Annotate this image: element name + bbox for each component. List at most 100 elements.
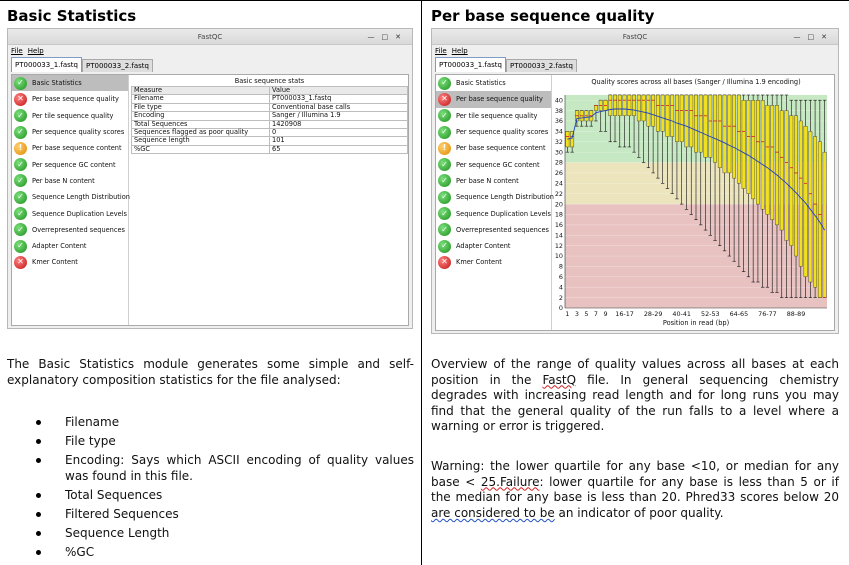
minimize-icon[interactable]: — bbox=[368, 33, 382, 41]
value-cell: 0 bbox=[269, 128, 408, 138]
tab-file-2[interactable]: PT000033_2.fastq bbox=[506, 59, 577, 72]
module-label: Sequence Length Distribution bbox=[456, 193, 554, 202]
para2-end: an indicator of poor quality. bbox=[554, 505, 724, 520]
quality-box bbox=[651, 94, 656, 127]
module-item[interactable]: ✓ Sequence Length Distribution bbox=[12, 189, 130, 205]
module-item[interactable]: ✓ Per sequence GC content bbox=[436, 156, 551, 172]
stats-caption: Basic sequence stats bbox=[234, 77, 305, 85]
are-considered-phrase: are considered to be bbox=[431, 505, 555, 520]
right-column: Per base sequence quality FastQC —□✕ Fil… bbox=[423, 0, 849, 565]
quality-box bbox=[675, 94, 679, 142]
y-tick-label: 30 bbox=[555, 148, 563, 156]
module-item[interactable]: ✓ Overrepresented sequences bbox=[436, 222, 551, 238]
pass-check-icon: ✓ bbox=[14, 239, 27, 253]
quality-box bbox=[765, 105, 770, 215]
warning-icon: ! bbox=[438, 141, 451, 155]
module-item[interactable]: ! Per base sequence content bbox=[12, 140, 128, 156]
bullet-sequence-length: Sequence Length bbox=[36, 526, 414, 542]
module-item[interactable]: ✓ Per tile sequence quality bbox=[12, 108, 128, 124]
tab-file-1[interactable]: PT000033_1.fastq bbox=[11, 57, 82, 72]
basic-stats-description: The Basic Statistics module generates so… bbox=[7, 357, 414, 387]
fail-cross-icon: ✕ bbox=[14, 255, 27, 269]
module-label: Sequence Duplication Levels bbox=[32, 209, 127, 218]
pass-check-icon: ✓ bbox=[14, 158, 27, 172]
measure-cell: Encoding bbox=[131, 111, 270, 121]
module-item[interactable]: ✓ Basic Statistics bbox=[12, 75, 128, 92]
module-label: Kmer Content bbox=[456, 258, 502, 267]
menu-bar: File Help bbox=[432, 45, 838, 57]
menu-help[interactable]: Help bbox=[452, 47, 468, 55]
close-icon[interactable]: ✕ bbox=[395, 33, 408, 41]
module-item[interactable]: ✓ Overrepresented sequences bbox=[12, 222, 128, 238]
quality-box bbox=[798, 120, 803, 267]
module-item[interactable]: ✓ Per base N content bbox=[12, 173, 128, 189]
module-item[interactable]: ✕ Per base sequence quality bbox=[436, 91, 551, 108]
module-item[interactable]: ✓ Sequence Length Distribution bbox=[436, 189, 554, 205]
module-label: Per base N content bbox=[456, 176, 519, 185]
module-label: Sequence Length Distribution bbox=[32, 193, 130, 202]
pass-check-icon: ✓ bbox=[438, 125, 451, 139]
quality-box bbox=[727, 94, 732, 174]
module-item[interactable]: ✓ Per sequence quality scores bbox=[436, 124, 551, 140]
x-tick-label: 52-53 bbox=[701, 310, 720, 318]
module-item[interactable]: ! Per base sequence content bbox=[436, 140, 551, 156]
module-item[interactable]: ✓ Sequence Duplication Levels bbox=[436, 205, 551, 221]
fastqc-window: FastQC —□✕ File Help PT000033_1.fastq PT00… bbox=[7, 28, 413, 329]
module-item[interactable]: ✕ Per base sequence quality bbox=[12, 91, 128, 107]
maximize-icon[interactable]: □ bbox=[808, 33, 822, 41]
pass-check-icon: ✓ bbox=[14, 76, 27, 90]
quality-box bbox=[751, 99, 756, 200]
bullet-gc: %GC bbox=[36, 545, 414, 561]
pass-check-icon: ✓ bbox=[438, 76, 451, 90]
menu-bar: File Help bbox=[8, 45, 412, 57]
bullet-total-sequences: Total Sequences bbox=[36, 488, 414, 504]
module-label: Per base sequence content bbox=[32, 144, 122, 153]
module-item[interactable]: ✕ Kmer Content bbox=[436, 254, 551, 270]
x-tick-label: 88-89 bbox=[787, 310, 806, 318]
close-icon[interactable]: ✕ bbox=[821, 33, 834, 41]
quality-box bbox=[708, 94, 713, 158]
window-titlebar: FastQC —□✕ bbox=[8, 29, 412, 45]
quality-box bbox=[746, 99, 751, 194]
table-row: Filename PT000033_1.fastq bbox=[131, 94, 408, 104]
y-tick-label: 8 bbox=[559, 263, 563, 271]
menu-file[interactable]: File bbox=[11, 47, 23, 55]
quality-box bbox=[636, 94, 641, 122]
menu-file[interactable]: File bbox=[435, 47, 447, 55]
quality-box bbox=[808, 131, 813, 283]
module-item[interactable]: ✓ Adapter Content bbox=[436, 238, 551, 254]
module-label: Per sequence quality scores bbox=[32, 128, 125, 137]
module-label: Kmer Content bbox=[32, 258, 78, 267]
minimize-icon[interactable]: — bbox=[794, 33, 808, 41]
pass-check-icon: ✓ bbox=[14, 125, 27, 139]
module-item[interactable]: ✓ Per base N content bbox=[436, 173, 551, 189]
menu-help[interactable]: Help bbox=[28, 47, 44, 55]
quality-box bbox=[703, 94, 708, 158]
module-item[interactable]: ✓ Per sequence quality scores bbox=[12, 124, 128, 140]
maximize-icon[interactable]: □ bbox=[382, 33, 396, 41]
value-cell: 65 bbox=[269, 144, 408, 155]
y-tick-label: 14 bbox=[555, 231, 563, 239]
quality-box bbox=[732, 94, 737, 179]
module-list: ✓ Basic Statistics ✕ Per base sequence qual… bbox=[436, 75, 554, 330]
tab-file-1[interactable]: PT000033_1.fastq bbox=[435, 57, 506, 72]
tab-file-2[interactable]: PT000033_2.fastq bbox=[82, 59, 153, 72]
quality-box bbox=[741, 99, 746, 189]
per-base-quality-heading: Per base sequence quality bbox=[431, 7, 655, 25]
y-tick-label: 20 bbox=[555, 200, 563, 208]
y-tick-label: 38 bbox=[555, 107, 563, 115]
module-item[interactable]: ✓ Basic Statistics bbox=[436, 75, 551, 91]
module-label: Basic Statistics bbox=[32, 79, 82, 88]
module-item[interactable]: ✓ Adapter Content bbox=[12, 238, 128, 254]
quality-box bbox=[713, 94, 717, 163]
quality-box bbox=[632, 94, 636, 116]
module-item[interactable]: ✓ Per tile sequence quality bbox=[436, 108, 551, 124]
quality-overview-text: Overview of the range of quality values … bbox=[431, 357, 839, 435]
module-item[interactable]: ✓ Per sequence GC content bbox=[12, 156, 128, 172]
window-title: FastQC bbox=[197, 33, 223, 41]
module-item[interactable]: ✓ Sequence Duplication Levels bbox=[12, 205, 128, 221]
table-row: %GC 65 bbox=[131, 144, 408, 155]
quality-box bbox=[756, 99, 760, 205]
module-item[interactable]: ✕ Kmer Content bbox=[12, 254, 128, 270]
quality-box bbox=[689, 94, 694, 148]
